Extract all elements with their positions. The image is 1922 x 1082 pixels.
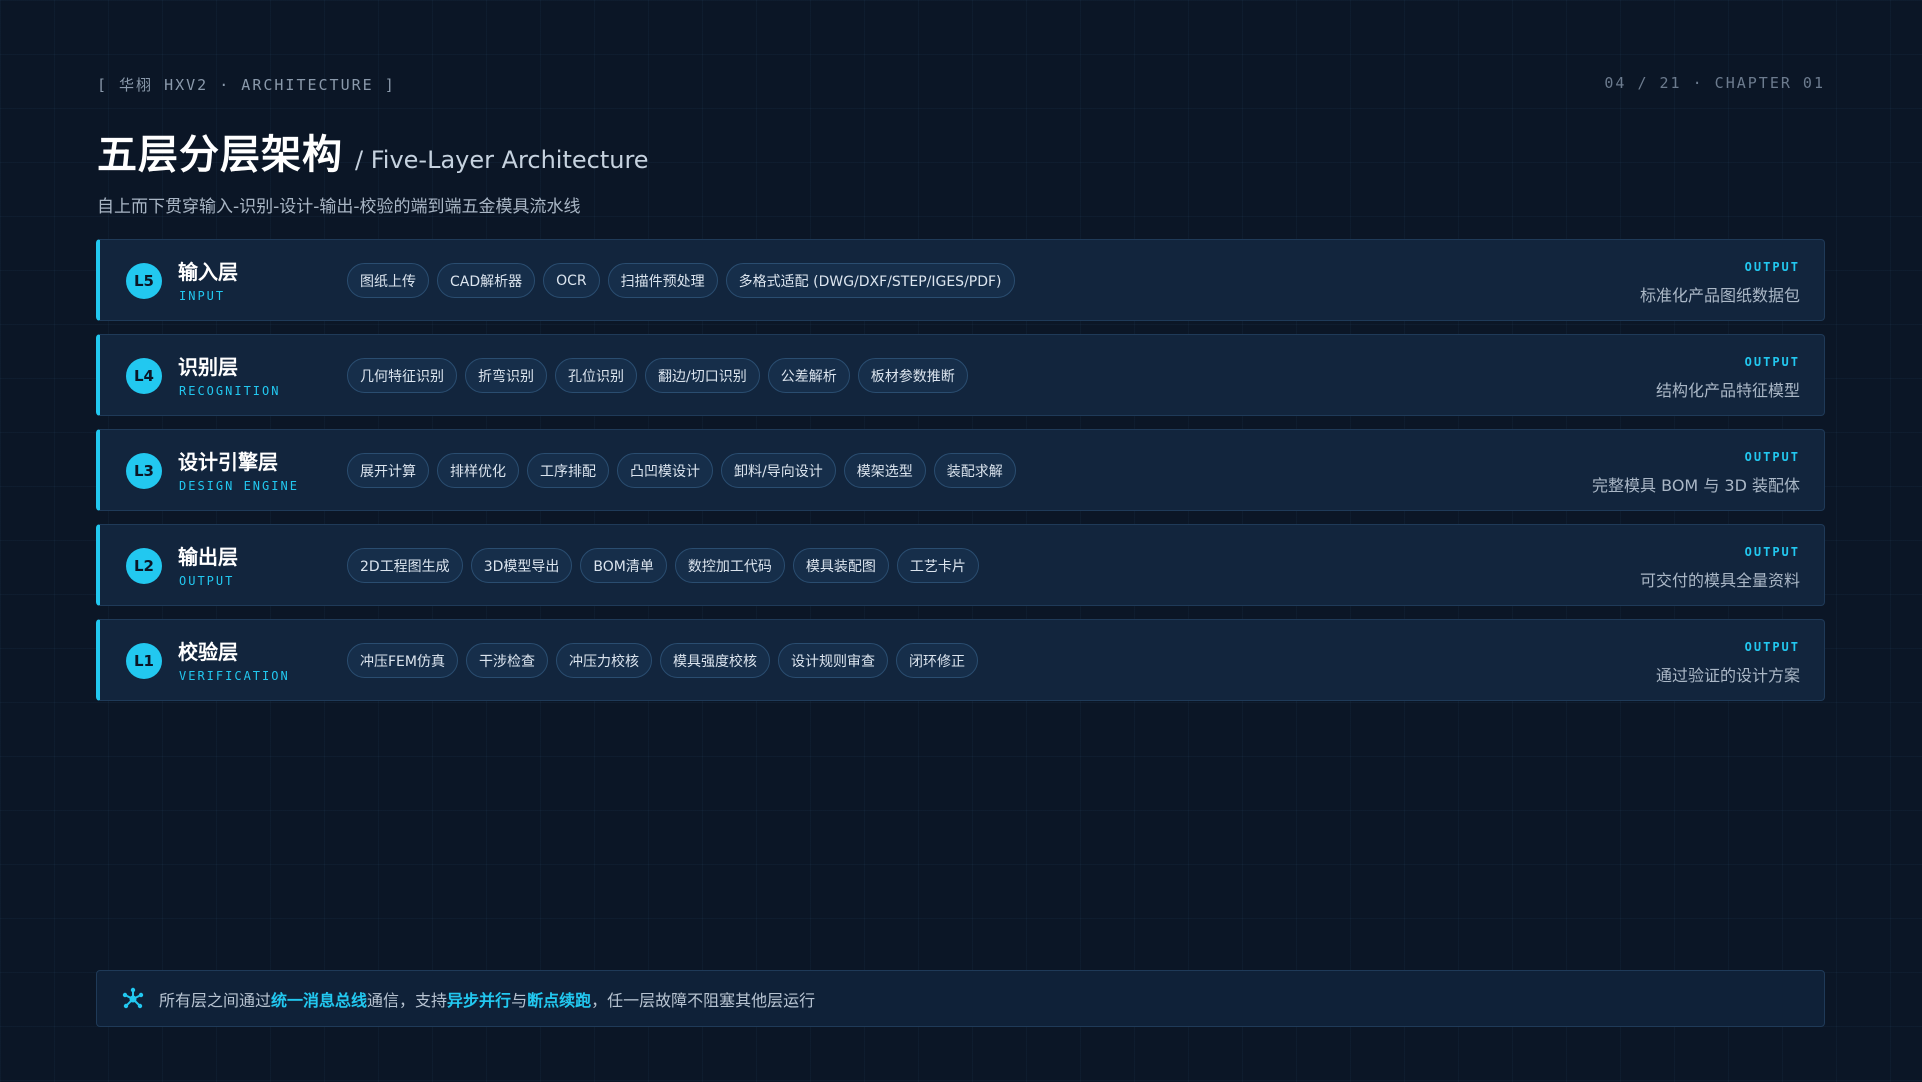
feature-tag: 模具强度校核 <box>659 643 770 678</box>
page-title-en: / Five-Layer Architecture <box>355 146 649 174</box>
feature-tag: 冲压FEM仿真 <box>347 643 458 678</box>
layer-badge: L2 <box>126 548 162 584</box>
feature-tag: 排样优化 <box>437 453 519 488</box>
footer-highlight: 统一消息总线 <box>271 990 368 1010</box>
feature-tag: BOM清单 <box>580 548 667 583</box>
feature-tag: 模具装配图 <box>792 548 889 583</box>
feature-tag: 3D模型导出 <box>470 548 573 583</box>
layer-badge: L4 <box>126 358 162 394</box>
feature-tag: 公差解析 <box>767 358 850 393</box>
feature-tag-list: 冲压FEM仿真 干涉检查 冲压力校核 模具强度校核 设计规则审查 闭环修正 <box>347 643 978 678</box>
output-label: OUTPUT <box>1744 450 1800 464</box>
layer-name-en: VERIFICATION <box>179 669 290 683</box>
page-title: 五层分层架构 <box>97 132 343 178</box>
footer-segment: 与 <box>511 990 528 1010</box>
footer-segment: 所有层之间通过 <box>159 990 272 1010</box>
feature-tag-list: 展开计算 排样优化 工序排配 凸凹模设计 卸料/导向设计 模架选型 装配求解 <box>347 453 1016 488</box>
breadcrumb: [ 华栩 HXV2 · ARCHITECTURE ] <box>97 76 396 94</box>
output-description: 通过验证的设计方案 <box>1655 666 1800 685</box>
footer-segment: 通信，支持 <box>367 990 448 1010</box>
layer-name-en: INPUT <box>179 289 226 303</box>
feature-tag: 闭环修正 <box>895 643 978 678</box>
footer-note: 所有层之间通过统一消息总线通信，支持异步并行与断点续跑，任一层故障不阻塞其他层运… <box>96 970 1825 1027</box>
layer-name: 校验层 <box>178 640 238 664</box>
feature-tag: 折弯识别 <box>465 358 547 393</box>
feature-tag: 孔位识别 <box>555 358 637 393</box>
layer-name: 输出层 <box>178 545 238 569</box>
layer-name: 输入层 <box>178 260 238 284</box>
output-label: OUTPUT <box>1744 545 1800 559</box>
footer-segment: ，任一层故障不阻塞其他层运行 <box>591 990 816 1010</box>
slide: [ 华栩 HXV2 · ARCHITECTURE ] 04 / 21 · CHA… <box>0 0 1922 1082</box>
output-description: 结构化产品特征模型 <box>1655 381 1800 400</box>
page-indicator: 04 / 21 · CHAPTER 01 <box>1604 74 1825 92</box>
feature-tag-list: 图纸上传 CAD解析器 OCR 扫描件预处理 多格式适配 (DWG/DXF/STEP/I… <box>347 263 1015 298</box>
feature-tag: 模架选型 <box>843 453 926 488</box>
feature-tag: 几何特征识别 <box>347 358 457 393</box>
hub-network-icon <box>122 987 144 1008</box>
layer-name: 设计引擎层 <box>178 450 278 474</box>
layer-badge: L1 <box>126 643 162 679</box>
output-description: 完整模具 BOM 与 3D 装配体 <box>1592 476 1800 495</box>
layer-stack: L5 输入层 INPUT 图纸上传 CAD解析器 OCR 扫描件预处理 多格式适配 (D… <box>96 239 1825 714</box>
feature-tag: 工序排配 <box>527 453 609 488</box>
feature-tag: 展开计算 <box>347 453 429 488</box>
feature-tag: 工艺卡片 <box>896 548 979 583</box>
feature-tag: 凸凹模设计 <box>617 453 713 488</box>
feature-tag: 卸料/导向设计 <box>721 453 836 488</box>
feature-tag: OCR <box>543 263 600 298</box>
feature-tag: 2D工程图生成 <box>347 548 463 583</box>
feature-tag: 扫描件预处理 <box>607 263 718 298</box>
layer-card-l4: L4 识别层 RECOGNITION 几何特征识别 折弯识别 孔位识别 翻边/切口识别… <box>96 334 1825 416</box>
feature-tag: CAD解析器 <box>437 263 536 298</box>
layer-name-en: DESIGN ENGINE <box>179 479 299 493</box>
page-subtitle: 自上而下贯穿输入-识别-设计-输出-校验的端到端五金模具流水线 <box>97 197 581 217</box>
layer-name-en: OUTPUT <box>179 574 235 588</box>
feature-tag: 设计规则审查 <box>777 643 888 678</box>
feature-tag: 图纸上传 <box>347 263 429 298</box>
feature-tag: 板材参数推断 <box>857 358 968 393</box>
output-label: OUTPUT <box>1744 260 1800 274</box>
feature-tag: 多格式适配 (DWG/DXF/STEP/IGES/PDF) <box>725 263 1015 298</box>
feature-tag: 干涉检查 <box>465 643 548 678</box>
layer-card-l5: L5 输入层 INPUT 图纸上传 CAD解析器 OCR 扫描件预处理 多格式适配 (D… <box>96 239 1825 321</box>
layer-badge: L5 <box>126 263 162 299</box>
output-description: 可交付的模具全量资料 <box>1639 571 1800 590</box>
footer-highlight: 断点续跑 <box>527 990 592 1010</box>
output-description: 标准化产品图纸数据包 <box>1639 286 1800 305</box>
layer-card-l1: L1 校验层 VERIFICATION 冲压FEM仿真 干涉检查 冲压力校核 模具强度… <box>96 619 1825 701</box>
footer-text: 所有层之间通过统一消息总线通信，支持异步并行与断点续跑，任一层故障不阻塞其他层运… <box>159 987 815 1011</box>
feature-tag-list: 2D工程图生成 3D模型导出 BOM清单 数控加工代码 模具装配图 工艺卡片 <box>347 548 979 583</box>
layer-badge: L3 <box>126 453 162 489</box>
output-label: OUTPUT <box>1744 640 1800 654</box>
feature-tag: 翻边/切口识别 <box>645 358 760 393</box>
feature-tag: 数控加工代码 <box>674 548 785 583</box>
layer-name: 识别层 <box>178 355 238 379</box>
title-block: 五层分层架构 / Five-Layer Architecture <box>97 122 649 180</box>
footer-highlight: 异步并行 <box>447 990 512 1010</box>
output-label: OUTPUT <box>1744 355 1800 369</box>
feature-tag-list: 几何特征识别 折弯识别 孔位识别 翻边/切口识别 公差解析 板材参数推断 <box>347 358 968 393</box>
layer-name-en: RECOGNITION <box>179 384 281 398</box>
layer-card-l3: L3 设计引擎层 DESIGN ENGINE 展开计算 排样优化 工序排配 凸凹模设计… <box>96 429 1825 511</box>
feature-tag: 装配求解 <box>933 453 1016 488</box>
feature-tag: 冲压力校核 <box>555 643 652 678</box>
layer-card-l2: L2 输出层 OUTPUT 2D工程图生成 3D模型导出 BOM清单 数控加工代码 模具… <box>96 524 1825 606</box>
